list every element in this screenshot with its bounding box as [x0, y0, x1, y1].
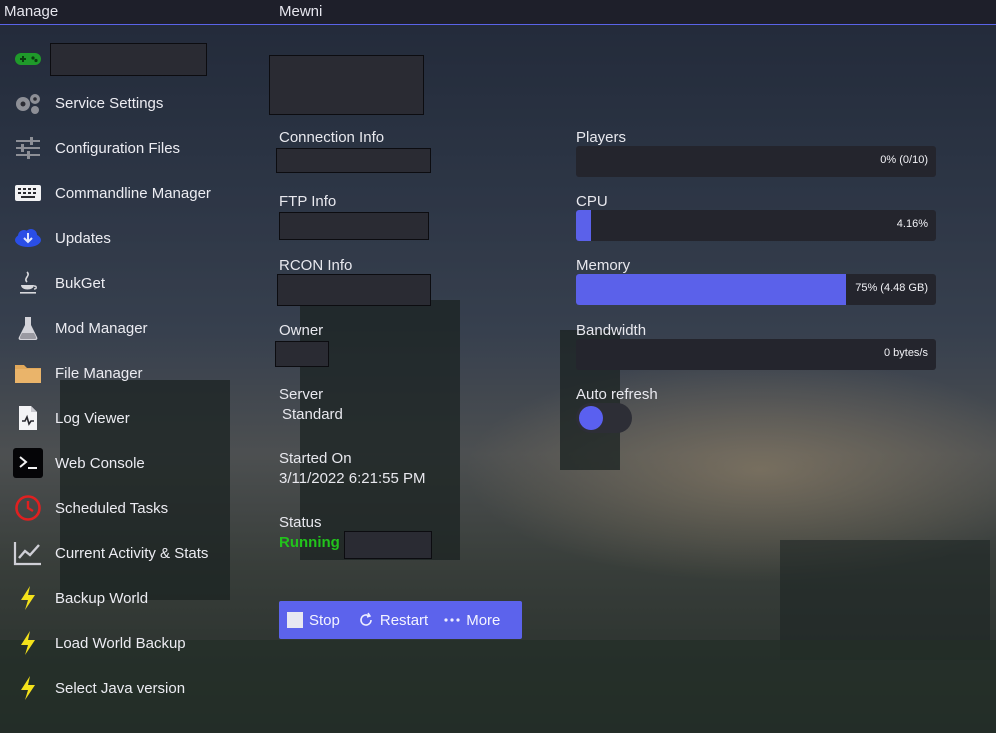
more-button[interactable]: More [438, 601, 506, 639]
auto-refresh-toggle[interactable] [576, 403, 632, 433]
gamepad-icon [12, 43, 44, 75]
players-value: 0% (0/10) [880, 154, 928, 166]
memory-label: Memory [576, 257, 631, 274]
folder-icon [12, 357, 44, 389]
sliders-icon [12, 132, 44, 164]
sidebar-item-updates[interactable]: Updates [12, 221, 242, 255]
ftp-info-label: FTP Info [279, 193, 337, 210]
cpu-value: 4.16% [896, 218, 928, 230]
server-type-value: Standard [282, 406, 343, 423]
top-bar: Manage Mewni [0, 0, 996, 25]
players-bar: 0% (0/10) [576, 146, 936, 177]
redacted-status-extra [344, 531, 432, 559]
sidebar-item-label: Configuration Files [55, 139, 181, 157]
status-badge: Running [279, 534, 340, 551]
cpu-label: CPU [576, 193, 608, 210]
clock-icon [12, 492, 44, 524]
bandwidth-label: Bandwidth [576, 322, 647, 339]
restart-button[interactable]: Restart [352, 601, 434, 639]
sidebar-item-label: Select Java version [55, 679, 186, 697]
sidebar-item-label: Commandline Manager [55, 184, 211, 202]
cloud-download-icon [12, 222, 44, 254]
sidebar-item-label: Scheduled Tasks [55, 499, 169, 517]
sidebar-item-log-viewer[interactable]: Log Viewer [12, 401, 242, 435]
redacted-instance-name [50, 43, 207, 76]
players-label: Players [576, 129, 627, 146]
flask-icon [12, 312, 44, 344]
restart-label: Restart [379, 611, 429, 629]
memory-bar: 75% (4.48 GB) [576, 274, 936, 305]
rcon-info-label: RCON Info [279, 257, 353, 274]
keyboard-icon [12, 177, 44, 209]
auto-refresh-label: Auto refresh [576, 386, 658, 403]
sidebar-item-label: Load World Backup [55, 634, 186, 652]
redacted-ftp-info [279, 212, 429, 240]
sidebar-item-bukget[interactable]: BukGet [12, 266, 242, 300]
sidebar-item-mod-manager[interactable]: Mod Manager [12, 311, 242, 345]
status-label: Status [279, 514, 322, 531]
sidebar-item-file-manager[interactable]: File Manager [12, 356, 242, 390]
lightning-icon [12, 582, 44, 614]
bandwidth-value: 0 bytes/s [883, 347, 928, 359]
more-dots-icon [444, 617, 460, 623]
sidebar-item-label: Web Console [55, 454, 145, 472]
sidebar-item-web-console[interactable]: Web Console [12, 446, 242, 480]
sidebar-item-label: Backup World [55, 589, 149, 607]
stop-button[interactable]: Stop [281, 601, 346, 639]
more-label: More [466, 611, 501, 629]
terminal-icon [12, 447, 44, 479]
server-title: Mewni [279, 3, 323, 20]
started-on-value: 3/11/2022 6:21:55 PM [279, 470, 426, 487]
redacted-rcon-info [277, 274, 431, 306]
sidebar-item-label: Updates [55, 229, 111, 247]
redacted-connection-info [276, 148, 431, 173]
redacted-server-icon [269, 55, 424, 115]
cpu-bar-fill [576, 210, 591, 241]
redacted-owner [275, 341, 329, 367]
sidebar-item-label: BukGet [55, 274, 106, 292]
lightning-icon [12, 627, 44, 659]
toggle-knob [579, 406, 603, 430]
manage-heading: Manage [4, 3, 59, 20]
started-on-label: Started On [279, 450, 352, 467]
bandwidth-bar: 0 bytes/s [576, 339, 936, 370]
sidebar-item-current-activity[interactable]: Current Activity & Stats [12, 536, 242, 570]
sidebar-item-label: Log Viewer [55, 409, 130, 427]
sidebar-item-select-java-version[interactable]: Select Java version [12, 671, 242, 705]
chart-line-icon [12, 537, 44, 569]
restart-icon [358, 612, 374, 628]
sidebar-item-configuration-files[interactable]: Configuration Files [12, 131, 242, 165]
owner-label: Owner [279, 322, 324, 339]
memory-bar-fill [576, 274, 846, 305]
sidebar-item-scheduled-tasks[interactable]: Scheduled Tasks [12, 491, 242, 525]
sidebar-item-label: File Manager [55, 364, 143, 382]
stop-label: Stop [309, 611, 340, 629]
sidebar-item-commandline-manager[interactable]: Commandline Manager [12, 176, 242, 210]
lightning-icon [12, 672, 44, 704]
sidebar-item-label: Service Settings [55, 94, 164, 112]
gears-icon [12, 87, 44, 119]
java-icon [12, 267, 44, 299]
memory-value: 75% (4.48 GB) [855, 282, 928, 294]
server-label: Server [279, 386, 324, 403]
log-file-icon [12, 402, 44, 434]
cpu-bar: 4.16% [576, 210, 936, 241]
connection-info-label: Connection Info [279, 129, 385, 146]
server-action-bar: Stop Restart More [279, 601, 522, 639]
stop-icon [287, 612, 303, 628]
sidebar-item-label: Current Activity & Stats [55, 544, 209, 562]
sidebar-item-label: Mod Manager [55, 319, 148, 337]
sidebar-item-service-settings[interactable]: Service Settings [12, 86, 242, 120]
sidebar-item-backup-world[interactable]: Backup World [12, 581, 242, 615]
sidebar-item-load-world-backup[interactable]: Load World Backup [12, 626, 242, 660]
